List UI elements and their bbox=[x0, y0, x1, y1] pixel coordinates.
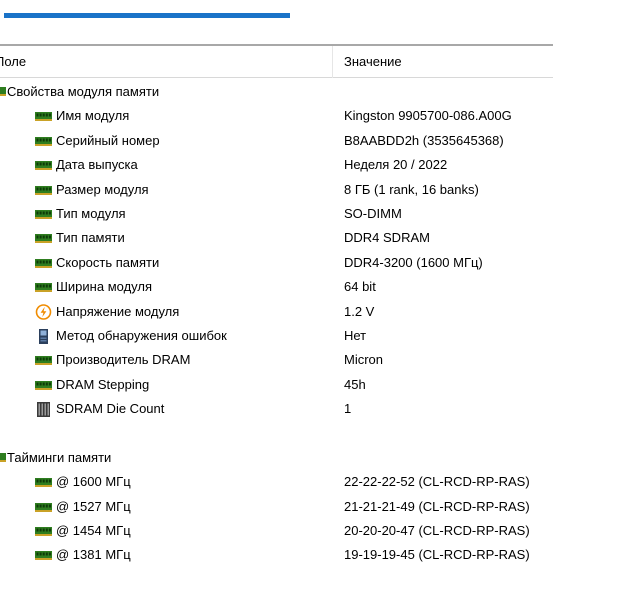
property-label: @ 1527 МГц bbox=[56, 498, 131, 514]
property-row[interactable]: Дата выпуска Неделя 20 / 2022 bbox=[0, 153, 560, 177]
memory-module-icon bbox=[35, 161, 52, 171]
group-label: Тайминги памяти bbox=[7, 449, 112, 465]
property-value: 1 bbox=[344, 401, 352, 417]
property-value: B8AABDD2h (3535645368) bbox=[344, 132, 504, 148]
property-row[interactable]: Производитель DRAM Micron bbox=[0, 348, 560, 372]
property-label: Тип модуля bbox=[56, 205, 126, 221]
property-value: DDR4 SDRAM bbox=[344, 230, 430, 246]
property-label: @ 1381 МГц bbox=[56, 547, 131, 563]
property-row[interactable]: Тип памяти DDR4 SDRAM bbox=[0, 226, 560, 250]
memory-module-icon bbox=[35, 185, 52, 195]
spacer-row bbox=[0, 421, 560, 445]
memory-module-icon bbox=[35, 112, 52, 122]
property-value: Неделя 20 / 2022 bbox=[344, 157, 448, 173]
error-detection-icon bbox=[39, 328, 48, 344]
voltage-icon bbox=[35, 303, 52, 320]
memory-module-icon bbox=[35, 234, 52, 244]
property-label: Имя модуля bbox=[56, 108, 130, 124]
property-row[interactable]: @ 1381 МГц 19-19-19-45 (CL-RCD-RP-RAS) bbox=[0, 543, 560, 567]
column-divider[interactable] bbox=[332, 46, 333, 78]
properties-list: Свойства модуля памяти Имя модуля Kingston… bbox=[0, 80, 560, 568]
memory-properties-panel: Поле Значение Свойства модуля памяти Имя … bbox=[0, 0, 627, 591]
group-header-row[interactable]: Тайминги памяти bbox=[0, 446, 560, 470]
property-label: @ 1454 МГц bbox=[56, 523, 131, 539]
die-count-icon bbox=[37, 402, 50, 418]
property-value: SO-DIMM bbox=[344, 205, 402, 221]
group-label: Свойства модуля памяти bbox=[7, 84, 160, 99]
property-row[interactable]: Размер модуля 8 ГБ (1 rank, 16 banks) bbox=[0, 178, 560, 202]
property-label: Производитель DRAM bbox=[56, 352, 191, 368]
property-row[interactable]: Тип модуля SO-DIMM bbox=[0, 202, 560, 226]
property-label: Напряжение модуля bbox=[56, 303, 180, 319]
property-label: Размер модуля bbox=[56, 181, 149, 197]
group-icon bbox=[0, 452, 6, 462]
group-header-row[interactable]: Свойства модуля памяти bbox=[0, 80, 560, 104]
property-value: 22-22-22-52 (CL-RCD-RP-RAS) bbox=[344, 474, 530, 490]
property-value: Micron bbox=[344, 352, 384, 368]
property-value: 1.2 V bbox=[344, 303, 375, 319]
property-row[interactable]: Напряжение модуля 1.2 V bbox=[0, 300, 560, 324]
memory-module-icon bbox=[35, 136, 52, 146]
memory-module-icon bbox=[35, 551, 52, 561]
memory-module-icon bbox=[35, 502, 52, 512]
property-label: Ширина модуля bbox=[56, 279, 152, 295]
property-row[interactable]: @ 1454 МГц 20-20-20-47 (CL-RCD-RP-RAS) bbox=[0, 519, 560, 543]
property-row[interactable]: @ 1527 МГц 21-21-21-49 (CL-RCD-RP-RAS) bbox=[0, 495, 560, 519]
memory-module-icon bbox=[35, 209, 52, 219]
property-value: 64 bit bbox=[344, 279, 376, 295]
column-header: Поле Значение bbox=[0, 44, 553, 78]
property-label: SDRAM Die Count bbox=[56, 401, 165, 417]
property-row[interactable]: Серийный номер B8AABDD2h (3535645368) bbox=[0, 129, 560, 153]
property-row[interactable]: Метод обнаружения ошибок Нет bbox=[0, 324, 560, 348]
group-icon bbox=[0, 87, 6, 96]
property-value: 19-19-19-45 (CL-RCD-RP-RAS) bbox=[344, 547, 530, 563]
property-value: Kingston 9905700-086.A00G bbox=[344, 108, 512, 124]
property-value: Нет bbox=[344, 327, 367, 343]
property-label: Серийный номер bbox=[56, 132, 160, 148]
property-label: Скорость памяти bbox=[56, 254, 160, 270]
property-label: Дата выпуска bbox=[56, 157, 138, 173]
memory-module-icon bbox=[35, 356, 52, 366]
property-value: 20-20-20-47 (CL-RCD-RP-RAS) bbox=[344, 523, 530, 539]
property-row[interactable]: Ширина модуля 64 bit bbox=[0, 275, 560, 299]
property-value: 21-21-21-49 (CL-RCD-RP-RAS) bbox=[344, 498, 530, 514]
memory-module-icon bbox=[35, 527, 52, 537]
property-label: @ 1600 МГц bbox=[56, 474, 131, 490]
property-label: Метод обнаружения ошибок bbox=[56, 327, 227, 343]
memory-module-icon bbox=[35, 380, 52, 390]
memory-module-icon bbox=[35, 258, 52, 268]
property-row[interactable]: Скорость памяти DDR4-3200 (1600 МГц) bbox=[0, 251, 560, 275]
property-label: Тип памяти bbox=[56, 230, 125, 246]
property-row[interactable]: @ 1600 МГц 22-22-22-52 (CL-RCD-RP-RAS) bbox=[0, 470, 560, 494]
property-row[interactable]: SDRAM Die Count 1 bbox=[0, 397, 560, 421]
property-row[interactable]: Имя модуля Kingston 9905700-086.A00G bbox=[0, 104, 560, 128]
property-value: 45h bbox=[344, 376, 366, 392]
property-row[interactable]: DRAM Stepping 45h bbox=[0, 373, 560, 397]
property-label: DRAM Stepping bbox=[56, 376, 150, 392]
property-value: DDR4-3200 (1600 МГц) bbox=[344, 254, 483, 270]
field-column-header[interactable]: Поле bbox=[0, 54, 332, 70]
value-column-header[interactable]: Значение bbox=[344, 54, 402, 69]
property-value: 8 ГБ (1 rank, 16 banks) bbox=[344, 181, 479, 197]
selection-highlight-bar bbox=[4, 13, 290, 18]
memory-module-icon bbox=[35, 283, 52, 293]
memory-module-icon bbox=[35, 478, 52, 488]
